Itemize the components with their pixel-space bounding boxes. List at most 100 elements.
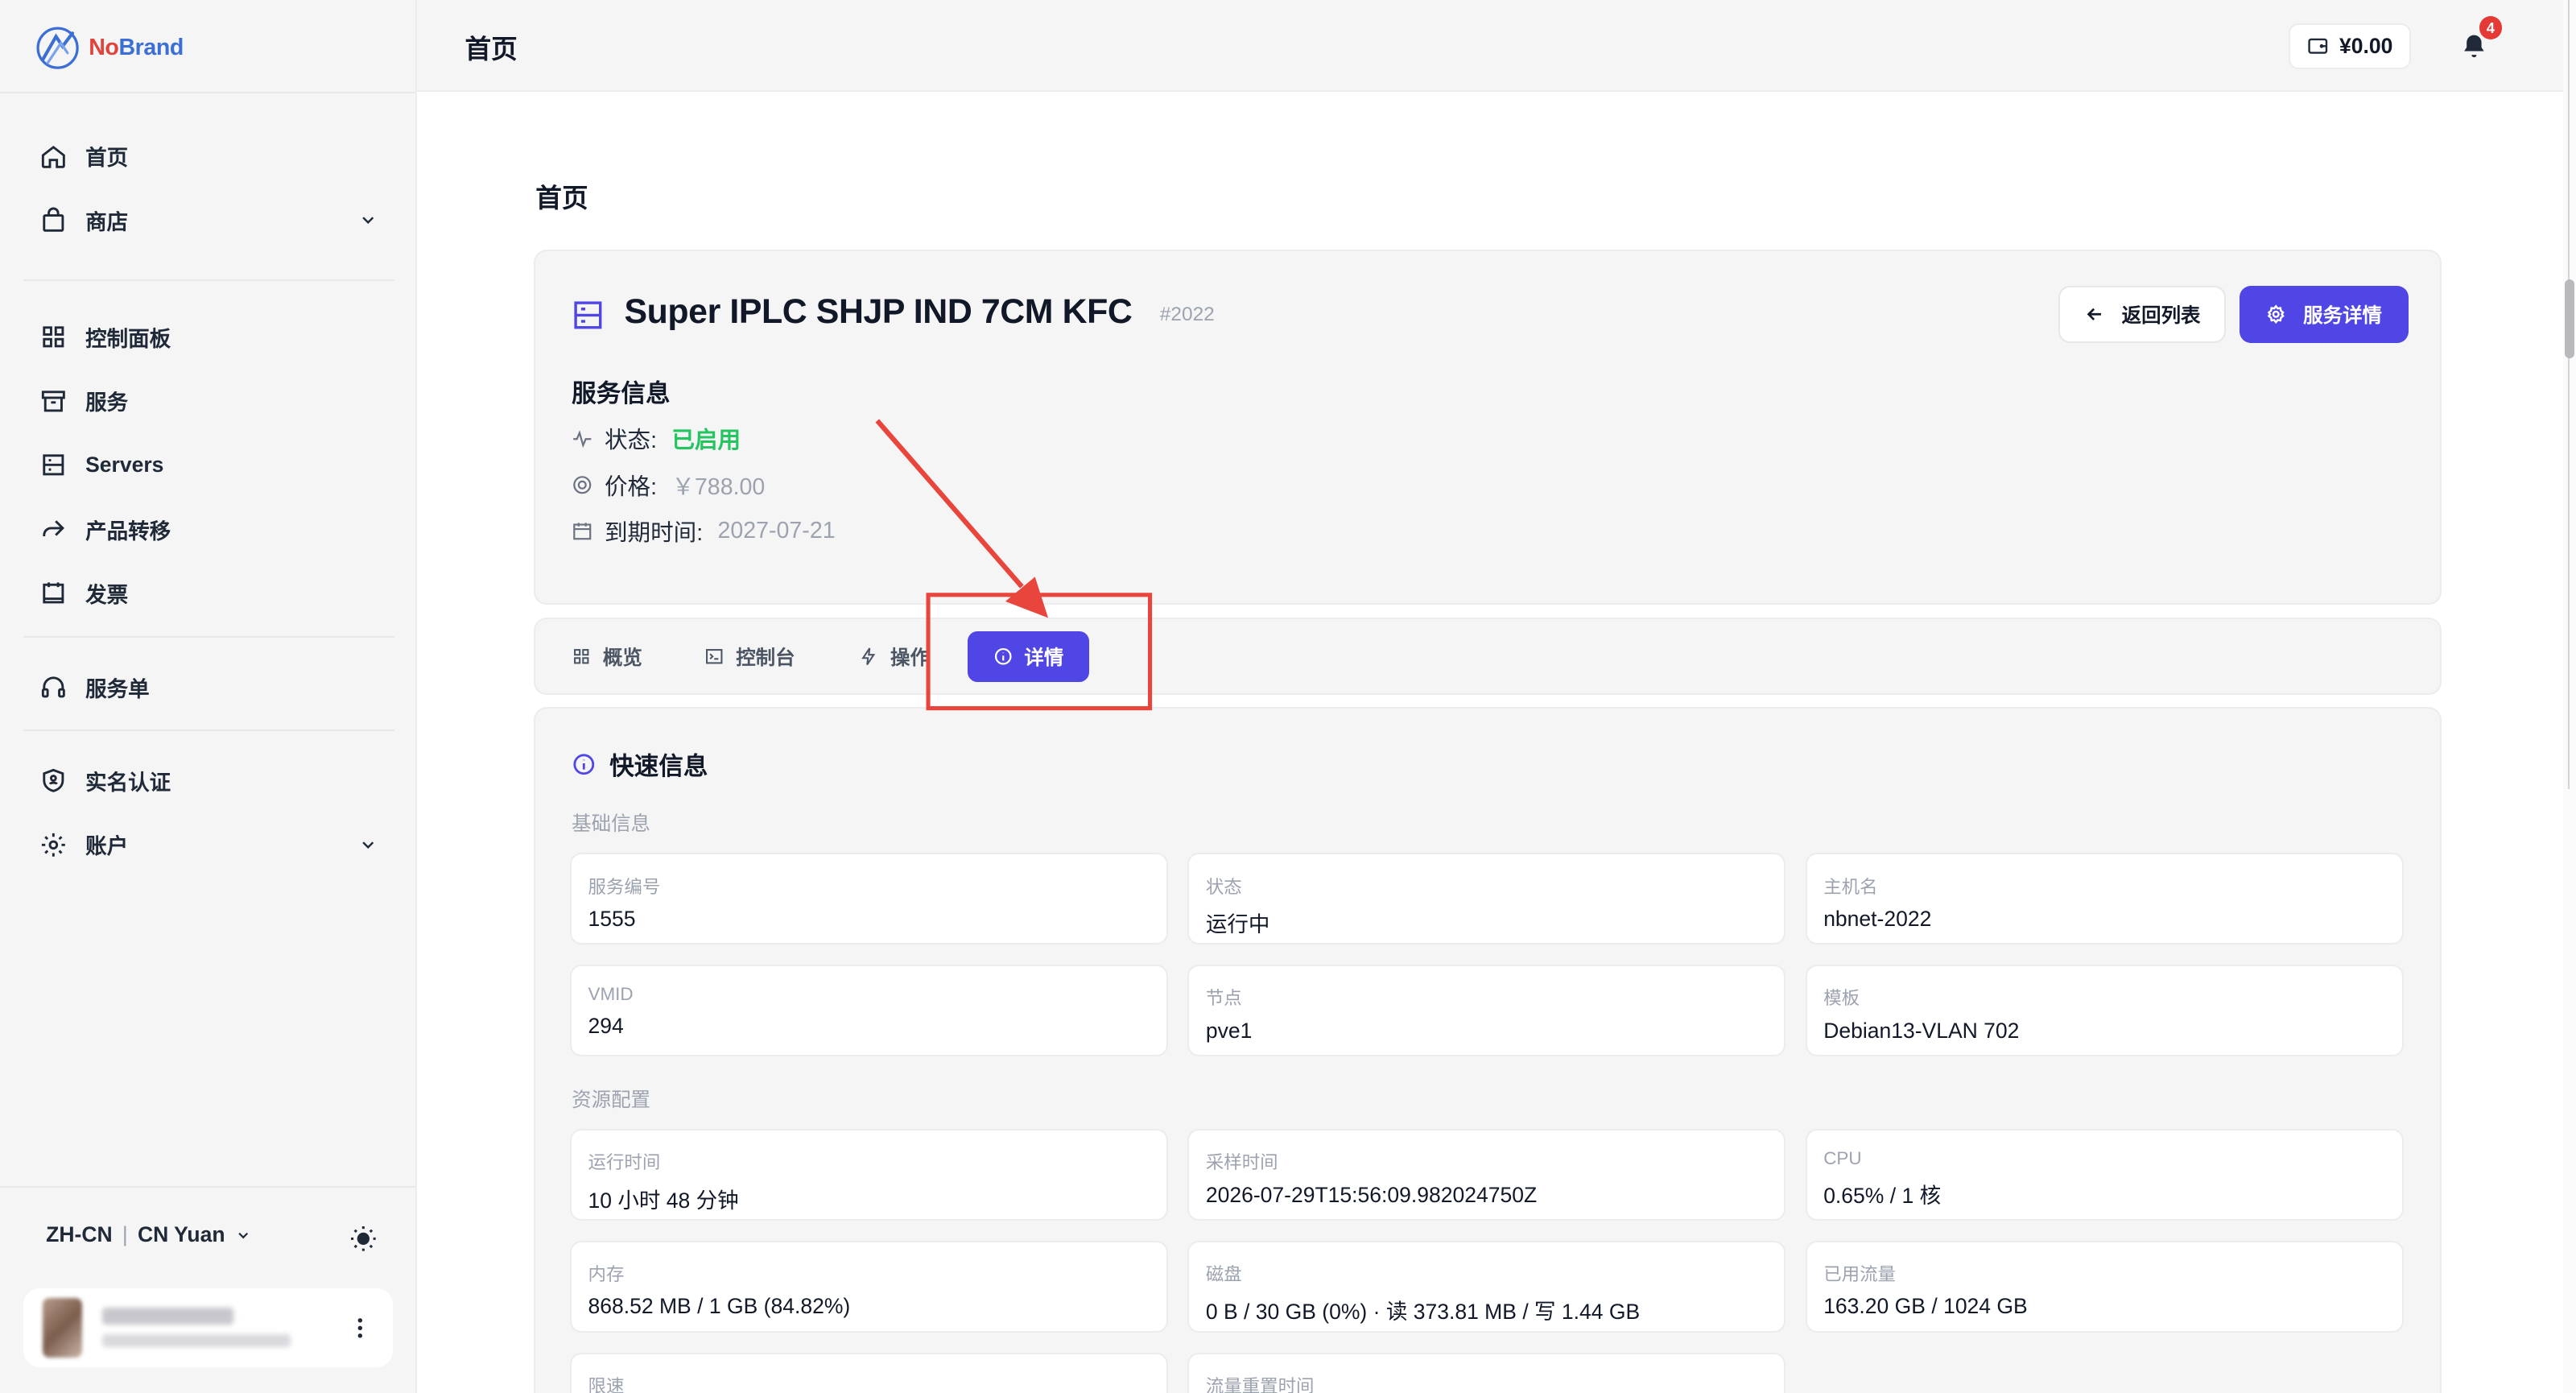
field-sample-time: 采样时间 2026-07-29T15:56:09.982024750Z — [1187, 1128, 1786, 1221]
tab-label: 详情 — [1024, 647, 1064, 669]
locale-selector[interactable]: ZH-CN | CN Yuan — [46, 1222, 251, 1247]
page-title: 首页 — [535, 183, 588, 213]
wallet-icon — [2308, 38, 2328, 54]
main-content: 首页 Super IPLC SHJP IND 7CM KFC #2022 返回列… — [417, 92, 2563, 1393]
gear-icon — [41, 833, 65, 857]
notification-badge: 4 — [2479, 16, 2503, 39]
field-key: 运行时间 — [588, 1152, 661, 1173]
status-label: 状态: — [604, 428, 657, 454]
scrollbar[interactable] — [2562, 0, 2576, 1393]
service-card: Super IPLC SHJP IND 7CM KFC #2022 返回列表 服… — [534, 250, 2442, 605]
divider — [23, 279, 394, 281]
field-value: 2026-07-29T15:56:09.982024750Z — [1205, 1182, 1538, 1207]
activity-icon — [573, 429, 592, 448]
field-key: 状态 — [1205, 876, 1242, 897]
server-icon — [574, 301, 602, 329]
sidebar-item-label: 控制面板 — [85, 326, 171, 351]
tab-console[interactable]: 控制台 — [704, 643, 795, 671]
back-to-list-label: 返回列表 — [2121, 305, 2201, 328]
locale-separator: | — [122, 1222, 128, 1247]
field-key: 磁盘 — [1205, 1264, 1242, 1285]
field-speed-limit: 限速 — [570, 1352, 1168, 1393]
sun-icon[interactable] — [349, 1224, 378, 1254]
more-vertical-icon[interactable] — [347, 1315, 374, 1341]
sidebar-item-home[interactable]: 首页 — [39, 136, 378, 176]
sidebar-item-verification[interactable]: 实名认证 — [39, 761, 378, 800]
price-row: 价格: ￥788.00 — [572, 469, 765, 502]
brand-name-suffix: Brand — [118, 34, 184, 60]
tab-label: 控制台 — [736, 647, 795, 669]
tab-label: 概览 — [602, 647, 642, 669]
field-value: nbnet-2022 — [1823, 906, 1932, 931]
sidebar: NoBrand 首页 商店 控制面板 服务 Servers 产品转移 发票 服务… — [0, 0, 418, 1393]
field-traffic: 已用流量 163.20 GB / 1024 GB — [1805, 1240, 2404, 1333]
field-hostname: 主机名 nbnet-2022 — [1805, 853, 2404, 945]
service-info-heading: 服务信息 — [572, 380, 671, 408]
tab-label: 操作 — [890, 647, 930, 669]
balance-button[interactable]: ¥0.00 — [2288, 23, 2411, 69]
field-value: 1555 — [588, 906, 636, 931]
price-value: ￥788.00 — [671, 473, 766, 500]
gear-icon — [2267, 304, 2285, 324]
archive-icon — [41, 390, 65, 411]
sidebar-item-label: 发票 — [85, 583, 129, 608]
brand-logo-icon — [36, 27, 79, 69]
field-key: VMID — [588, 984, 634, 1005]
brand-logo[interactable]: NoBrand — [33, 23, 184, 72]
sidebar-item-label: 服务单 — [85, 676, 150, 701]
tab-details[interactable]: 详情 — [967, 630, 1089, 682]
field-value: Debian13-VLAN 702 — [1823, 1018, 2020, 1043]
sidebar-item-servers[interactable]: Servers — [39, 445, 378, 485]
grid-icon — [574, 649, 589, 664]
field-value: pve1 — [1205, 1018, 1253, 1043]
bag-icon — [43, 207, 64, 232]
basic-info-label: 基础信息 — [572, 813, 651, 836]
info-icon — [994, 647, 1012, 665]
terminal-icon — [706, 649, 723, 664]
headset-icon — [41, 676, 65, 698]
service-detail-button[interactable]: 服务详情 — [2239, 286, 2409, 344]
sidebar-item-transfer[interactable]: 产品转移 — [39, 510, 378, 549]
status-row: 状态: 已启用 — [572, 422, 741, 455]
sidebar-item-invoices[interactable]: 发票 — [39, 573, 378, 613]
field-value: 163.20 GB / 1024 GB — [1823, 1294, 2028, 1319]
tab-overview[interactable]: 概览 — [572, 643, 642, 671]
scrollbar-thumb[interactable] — [2564, 279, 2574, 358]
field-key: CPU — [1823, 1148, 1862, 1169]
app-root: NoBrand 首页 商店 控制面板 服务 Servers 产品转移 发票 服务… — [0, 0, 2576, 1393]
back-to-list-button[interactable]: 返回列表 — [2058, 286, 2227, 344]
currency-label: CN Yuan — [137, 1222, 225, 1247]
sidebar-item-tickets[interactable]: 服务单 — [39, 668, 378, 707]
field-value: 运行中 — [1205, 911, 1270, 936]
field-key: 服务编号 — [588, 876, 661, 897]
field-vmid: VMID 294 — [570, 964, 1168, 1057]
sidebar-item-label: 商店 — [85, 209, 129, 234]
price-label: 价格: — [604, 473, 657, 500]
field-key: 节点 — [1205, 988, 1242, 1009]
field-cpu: CPU 0.65% / 1 核 — [1805, 1128, 2404, 1221]
sidebar-item-store[interactable]: 商店 — [39, 200, 378, 240]
field-memory: 内存 868.52 MB / 1 GB (84.82%) — [570, 1240, 1168, 1333]
balance-amount: ¥0.00 — [2339, 33, 2393, 58]
field-traffic-reset: 流量重置时间 — [1187, 1352, 1786, 1393]
locale-label: ZH-CN — [46, 1222, 113, 1247]
user-card[interactable] — [23, 1288, 393, 1367]
expire-row: 到期时间: 2027-07-21 — [572, 515, 836, 548]
tab-actions[interactable]: 操作 — [859, 643, 930, 671]
sidebar-item-label: 账户 — [85, 834, 129, 859]
quick-info-title: 快速信息 — [609, 753, 708, 781]
sidebar-item-account[interactable]: 账户 — [39, 825, 378, 864]
sidebar-item-services[interactable]: 服务 — [39, 381, 378, 420]
sidebar-item-label: Servers — [85, 453, 164, 477]
sidebar-item-label: 产品转移 — [85, 519, 171, 544]
brand-name-prefix: No — [89, 34, 119, 60]
sidebar-item-dashboard[interactable]: 控制面板 — [39, 317, 378, 357]
forward-icon — [43, 519, 64, 536]
field-key: 已用流量 — [1823, 1264, 1896, 1285]
divider — [0, 1186, 416, 1188]
service-detail-label: 服务详情 — [2303, 305, 2383, 328]
field-key: 模板 — [1823, 988, 1860, 1009]
calendar-icon — [573, 523, 592, 540]
field-node: 节点 pve1 — [1187, 964, 1786, 1057]
scrollbar-track — [2567, 0, 2570, 789]
